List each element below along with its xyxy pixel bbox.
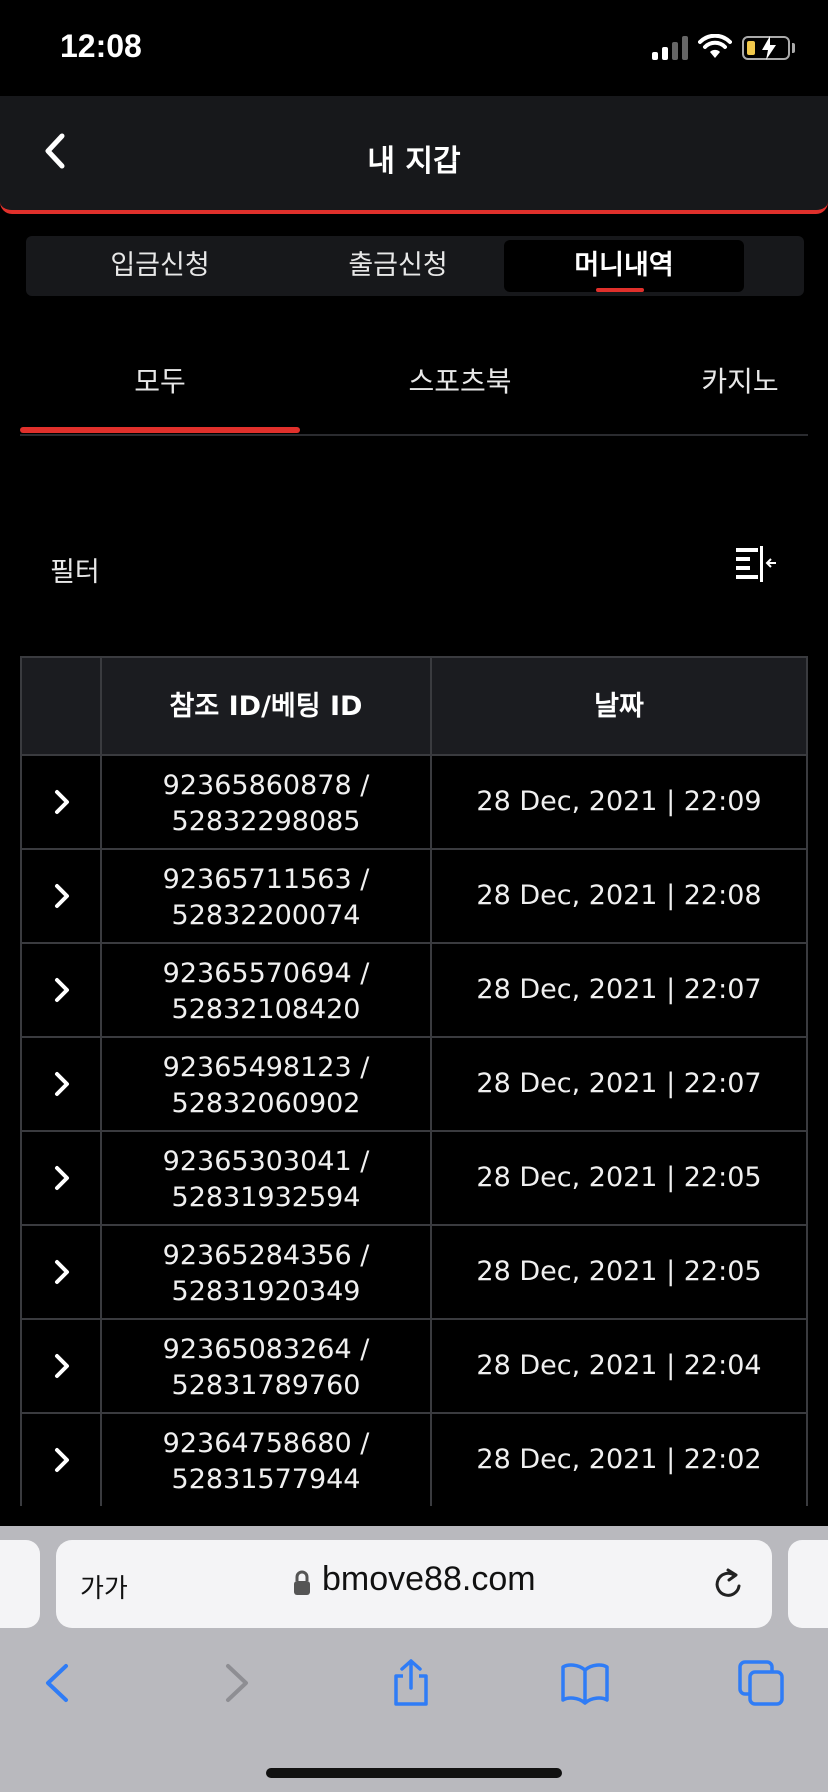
- filter-collapse-icon[interactable]: [732, 544, 778, 584]
- table-row[interactable]: 92365284356 / 52831920349 28 Dec, 2021 | …: [22, 1226, 806, 1320]
- chevron-right-icon[interactable]: [52, 1352, 72, 1380]
- bet-id: 52832060902: [171, 1088, 361, 1119]
- bet-id: 52831789760: [171, 1370, 361, 1401]
- tab-withdraw-request[interactable]: 출금신청: [278, 240, 518, 292]
- address-bar[interactable]: 가가 bmove88.com: [56, 1540, 772, 1628]
- table-row[interactable]: 92365860878 / 52832298085 28 Dec, 2021 | …: [22, 756, 806, 850]
- row-date: 28 Dec, 2021 | 22:07: [476, 974, 762, 1005]
- next-tab-peek[interactable]: [788, 1540, 828, 1628]
- bet-id: 52832298085: [171, 806, 361, 837]
- header-expand-col: [22, 658, 102, 754]
- previous-tab-peek[interactable]: [0, 1540, 40, 1628]
- chevron-right-icon[interactable]: [52, 1164, 72, 1192]
- tab-sportsbook[interactable]: 스포츠북: [320, 360, 600, 400]
- ref-id: 92365083264 /: [162, 1334, 370, 1365]
- table-row[interactable]: 92364758680 / 52831577944 28 Dec, 2021 | …: [22, 1414, 806, 1506]
- browser-forward-icon[interactable]: [210, 1658, 260, 1708]
- chevron-right-icon[interactable]: [52, 788, 72, 816]
- table-row[interactable]: 92365498123 / 52832060902 28 Dec, 2021 | …: [22, 1038, 806, 1132]
- tab-casino[interactable]: 카지노: [660, 360, 820, 400]
- battery-icon: [742, 36, 790, 60]
- tab-deposit-request[interactable]: 입금신청: [40, 240, 280, 292]
- wifi-icon: [698, 34, 732, 58]
- status-time: 12:08: [60, 28, 142, 64]
- browser-back-icon[interactable]: [34, 1658, 84, 1708]
- ref-id: 92365284356 /: [162, 1240, 370, 1271]
- reload-icon[interactable]: [710, 1566, 746, 1602]
- ref-id: 92365570694 /: [162, 958, 370, 989]
- app-header: 내 지갑: [0, 96, 828, 214]
- active-segment-indicator: [596, 288, 644, 292]
- share-icon[interactable]: [386, 1658, 436, 1708]
- bet-id: 52832200074: [171, 900, 361, 931]
- row-date: 28 Dec, 2021 | 22:05: [476, 1256, 762, 1287]
- page-title: 내 지갑: [367, 144, 461, 179]
- ref-id: 92365711563 /: [162, 864, 370, 895]
- battery-nub: [792, 43, 795, 53]
- tab-all[interactable]: 모두: [20, 360, 300, 400]
- bookmarks-icon[interactable]: [560, 1658, 610, 1708]
- chevron-right-icon[interactable]: [52, 1070, 72, 1098]
- chevron-right-icon[interactable]: [52, 882, 72, 910]
- row-date: 28 Dec, 2021 | 22:02: [476, 1444, 762, 1475]
- row-date: 28 Dec, 2021 | 22:05: [476, 1162, 762, 1193]
- chevron-right-icon[interactable]: [52, 1446, 72, 1474]
- bet-id: 52831920349: [171, 1276, 361, 1307]
- table-row[interactable]: 92365570694 / 52832108420 28 Dec, 2021 | …: [22, 944, 806, 1038]
- text-size-button[interactable]: 가가: [80, 1568, 128, 1605]
- active-subtab-indicator: [20, 427, 300, 433]
- history-table: 참조 ID/베팅 ID 날짜 92365860878 / 52832298085 …: [20, 656, 808, 1506]
- url-text[interactable]: bmove88.com: [322, 1560, 536, 1599]
- table-header: 참조 ID/베팅 ID 날짜: [22, 656, 806, 756]
- ref-id: 92364758680 /: [162, 1428, 370, 1459]
- row-date: 28 Dec, 2021 | 22:07: [476, 1068, 762, 1099]
- header-date: 날짜: [594, 691, 644, 722]
- bet-id: 52832108420: [171, 994, 361, 1025]
- ref-id: 92365303041 /: [162, 1146, 370, 1177]
- table-row[interactable]: 92365303041 / 52831932594 28 Dec, 2021 | …: [22, 1132, 806, 1226]
- table-row[interactable]: 92365083264 / 52831789760 28 Dec, 2021 | …: [22, 1320, 806, 1414]
- signal-icon: [652, 36, 688, 60]
- ref-id: 92365498123 /: [162, 1052, 370, 1083]
- category-tabs: 모두 스포츠북 카지노: [20, 350, 808, 436]
- status-bar: 12:08: [0, 0, 828, 96]
- bet-id: 52831577944: [171, 1464, 361, 1495]
- lock-icon: [294, 1570, 310, 1595]
- header-ref-id: 참조 ID/베팅 ID: [102, 658, 432, 754]
- row-date: 28 Dec, 2021 | 22:04: [476, 1350, 762, 1381]
- filter-label: 필터: [50, 557, 100, 588]
- ref-id: 92365860878 /: [162, 770, 370, 801]
- browser-toolbar: 가가 bmove88.com: [0, 1526, 828, 1792]
- row-date: 28 Dec, 2021 | 22:09: [476, 786, 762, 817]
- wallet-segmented-tabs: 입금신청 출금신청 머니내역: [26, 236, 804, 296]
- bet-id: 52831932594: [171, 1182, 361, 1213]
- home-indicator: [266, 1768, 562, 1778]
- row-date: 28 Dec, 2021 | 22:08: [476, 880, 762, 911]
- tabs-icon[interactable]: [736, 1658, 786, 1708]
- tab-money-history[interactable]: 머니내역: [504, 240, 744, 292]
- table-row[interactable]: 92365711563 / 52832200074 28 Dec, 2021 | …: [22, 850, 806, 944]
- chevron-right-icon[interactable]: [52, 976, 72, 1004]
- chevron-right-icon[interactable]: [52, 1258, 72, 1286]
